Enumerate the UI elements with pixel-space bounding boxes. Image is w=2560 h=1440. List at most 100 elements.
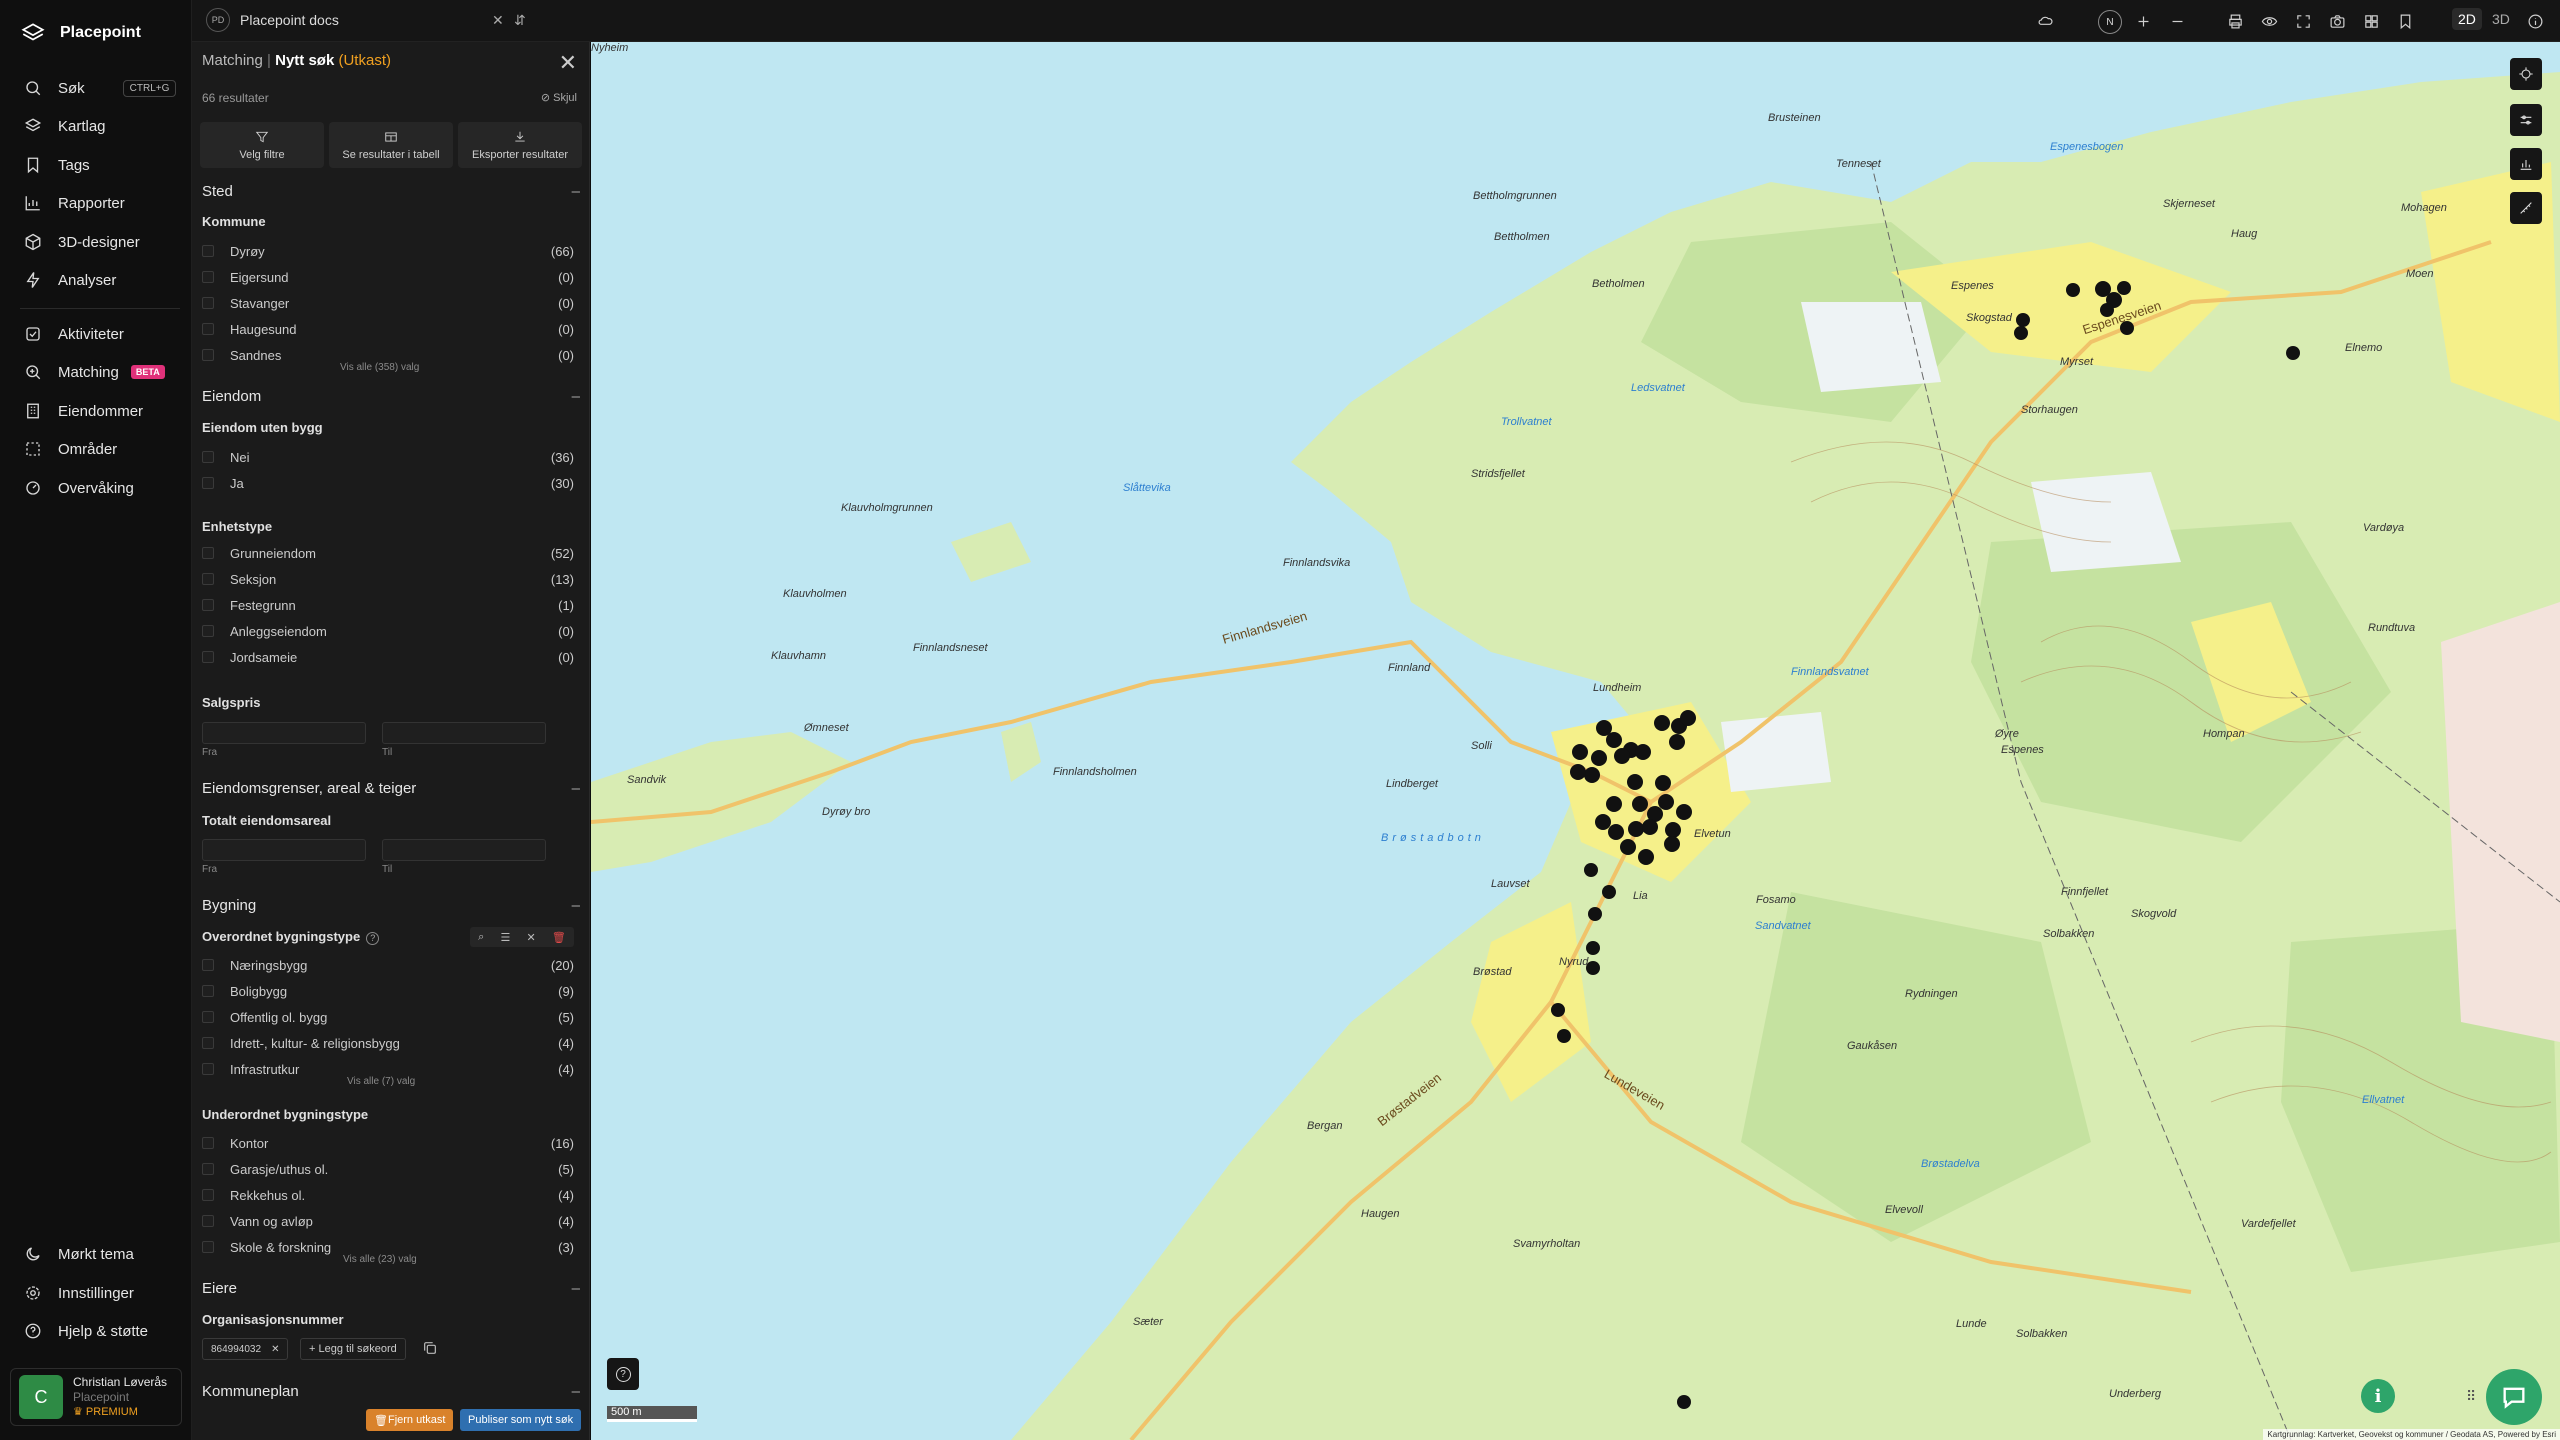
checkbox[interactable] bbox=[202, 547, 214, 559]
area-to-input[interactable] bbox=[382, 839, 546, 861]
grid-icon[interactable] bbox=[2360, 10, 2382, 32]
checkbox[interactable] bbox=[202, 1011, 214, 1023]
zoom-out-icon[interactable] bbox=[2166, 10, 2188, 32]
checkbox[interactable] bbox=[202, 477, 214, 489]
option-row[interactable]: Garasje/uthus ol. (5) bbox=[202, 1159, 574, 1179]
choose-filters-button[interactable]: Velg filtre bbox=[200, 122, 324, 168]
option-row[interactable]: Anleggseiendom (0) bbox=[202, 621, 574, 641]
option-row[interactable]: Nei (36) bbox=[202, 447, 574, 467]
map-tool-layers[interactable] bbox=[2510, 104, 2542, 136]
close-panel-button[interactable]: ✕ bbox=[559, 50, 577, 76]
chat-button[interactable] bbox=[2486, 1369, 2542, 1425]
remove-draft-button[interactable]: 🗑 Fjern utkast bbox=[366, 1409, 454, 1431]
user-card[interactable]: C Christian Løverås Placepoint ♛ PREMIUM bbox=[10, 1368, 182, 1426]
option-row[interactable]: Rekkehus ol. (4) bbox=[202, 1185, 574, 1205]
collapse-icon[interactable]: – bbox=[572, 780, 580, 797]
area-from-input[interactable] bbox=[202, 839, 366, 861]
option-row[interactable]: Seksjon (13) bbox=[202, 569, 574, 589]
option-row[interactable]: Haugesund (0) bbox=[202, 319, 574, 339]
checkbox[interactable] bbox=[202, 349, 214, 361]
camera-icon[interactable] bbox=[2326, 10, 2348, 32]
map-canvas[interactable] bbox=[591, 42, 2560, 1440]
checkbox[interactable] bbox=[202, 599, 214, 611]
section-bygning[interactable]: Bygning – bbox=[202, 897, 580, 914]
view-3d-toggle[interactable]: 3D bbox=[2486, 8, 2516, 30]
option-row[interactable]: Boligbygg (9) bbox=[202, 981, 574, 1001]
nav-item-kartlag[interactable]: Kartlag bbox=[24, 113, 106, 139]
workspace-selector[interactable]: PD Placepoint docs bbox=[206, 8, 339, 32]
option-row[interactable]: Dyrøy (66) bbox=[202, 241, 574, 261]
collapse-icon[interactable]: – bbox=[572, 388, 580, 405]
nav-item-search[interactable]: Søk CTRL+G bbox=[24, 75, 177, 101]
checkbox[interactable] bbox=[202, 625, 214, 637]
map-tool-measure[interactable] bbox=[2510, 192, 2542, 224]
see-all-link[interactable]: Vis alle (23) valg bbox=[343, 1254, 417, 1265]
checkbox[interactable] bbox=[202, 959, 214, 971]
checkbox[interactable] bbox=[202, 1063, 214, 1075]
checkbox[interactable] bbox=[202, 271, 214, 283]
nav-item-eiendommer[interactable]: Eiendommer bbox=[24, 398, 143, 424]
checkbox[interactable] bbox=[202, 1137, 214, 1149]
option-row[interactable]: Vann og avløp (4) bbox=[202, 1211, 574, 1231]
nav-item-3d-designer[interactable]: 3D-designer bbox=[24, 229, 140, 255]
option-row[interactable]: Jordsameie (0) bbox=[202, 647, 574, 667]
print-icon[interactable] bbox=[2224, 10, 2246, 32]
option-row[interactable]: Næringsbygg (20) bbox=[202, 955, 574, 975]
section-eiendom[interactable]: Eiendom – bbox=[202, 388, 580, 405]
publish-search-button[interactable]: Publiser som nytt søk bbox=[460, 1409, 582, 1431]
nav-item-dark-theme[interactable]: Mørkt tema bbox=[24, 1241, 134, 1267]
section-grenser[interactable]: Eiendomsgrenser, areal & teiger – bbox=[202, 780, 580, 797]
checkbox[interactable] bbox=[202, 297, 214, 309]
fullscreen-icon[interactable] bbox=[2292, 10, 2314, 32]
option-row[interactable]: Grunneiendom (52) bbox=[202, 543, 574, 563]
checkbox[interactable] bbox=[202, 985, 214, 997]
nav-item-matching[interactable]: Matching BETA bbox=[24, 359, 165, 385]
checkbox[interactable] bbox=[202, 1215, 214, 1227]
checkbox[interactable] bbox=[202, 573, 214, 585]
map-view[interactable]: Brusteinen Tenneset Espenesbogen Betthol… bbox=[591, 42, 2560, 1440]
collapse-icon[interactable]: – bbox=[572, 1383, 580, 1400]
map-info-button[interactable]: i bbox=[2361, 1379, 2395, 1413]
option-row[interactable]: Eigersund (0) bbox=[202, 267, 574, 287]
checkbox[interactable] bbox=[202, 1241, 214, 1253]
search-icon[interactable]: ⌕ bbox=[478, 931, 484, 944]
option-row[interactable]: Kontor (16) bbox=[202, 1133, 574, 1153]
nav-item-aktiviteter[interactable]: Aktiviteter bbox=[24, 321, 124, 347]
hide-button[interactable]: ⊘ Skjul bbox=[541, 91, 577, 104]
export-results-button[interactable]: Eksporter resultater bbox=[458, 122, 582, 168]
app-brand[interactable]: Placepoint bbox=[20, 20, 141, 46]
info-icon[interactable] bbox=[2524, 10, 2546, 32]
checkbox[interactable] bbox=[202, 1037, 214, 1049]
nav-item-tags[interactable]: Tags bbox=[24, 152, 90, 178]
nav-item-rapporter[interactable]: Rapporter bbox=[24, 190, 125, 216]
checkbox[interactable] bbox=[202, 1189, 214, 1201]
bookmark-tool-icon[interactable] bbox=[2394, 10, 2416, 32]
delete-icon[interactable]: 🗑 bbox=[552, 931, 566, 944]
nav-item-omrader[interactable]: Områder bbox=[24, 436, 117, 462]
collapse-icon[interactable]: – bbox=[572, 897, 580, 914]
collapse-icon[interactable]: – bbox=[572, 1280, 580, 1297]
map-tool-chart[interactable] bbox=[2510, 148, 2542, 180]
map-tool-locate[interactable] bbox=[2510, 58, 2542, 90]
workspace-clear-icon[interactable]: ✕ bbox=[492, 12, 504, 29]
checkbox[interactable] bbox=[202, 451, 214, 463]
add-keyword-button[interactable]: + Legg til søkeord bbox=[300, 1338, 406, 1360]
option-row[interactable]: Idrett-, kultur- & religionsbygg (4) bbox=[202, 1033, 574, 1053]
option-row[interactable]: Offentlig ol. bygg (5) bbox=[202, 1007, 574, 1027]
view-table-button[interactable]: Se resultater i tabell bbox=[329, 122, 453, 168]
weather-tool-icon[interactable] bbox=[2034, 10, 2056, 32]
section-eiere[interactable]: Eiere – bbox=[202, 1280, 580, 1297]
zoom-in-icon[interactable] bbox=[2132, 10, 2154, 32]
breadcrumb-matching[interactable]: Matching bbox=[202, 52, 263, 69]
copy-icon[interactable] bbox=[422, 1340, 438, 1356]
option-row[interactable]: Ja (30) bbox=[202, 473, 574, 493]
nav-item-settings[interactable]: Innstillinger bbox=[24, 1280, 134, 1306]
north-compass[interactable]: N bbox=[2098, 10, 2122, 34]
remove-chip-icon[interactable]: ✕ bbox=[271, 1344, 279, 1355]
workspace-switch-icon[interactable]: ⇵ bbox=[514, 12, 526, 29]
price-to-input[interactable] bbox=[382, 722, 546, 744]
nav-item-overvaking[interactable]: Overvåking bbox=[24, 475, 134, 501]
checkbox[interactable] bbox=[202, 245, 214, 257]
list-icon[interactable]: ☰ bbox=[500, 931, 510, 944]
checkbox[interactable] bbox=[202, 1163, 214, 1175]
